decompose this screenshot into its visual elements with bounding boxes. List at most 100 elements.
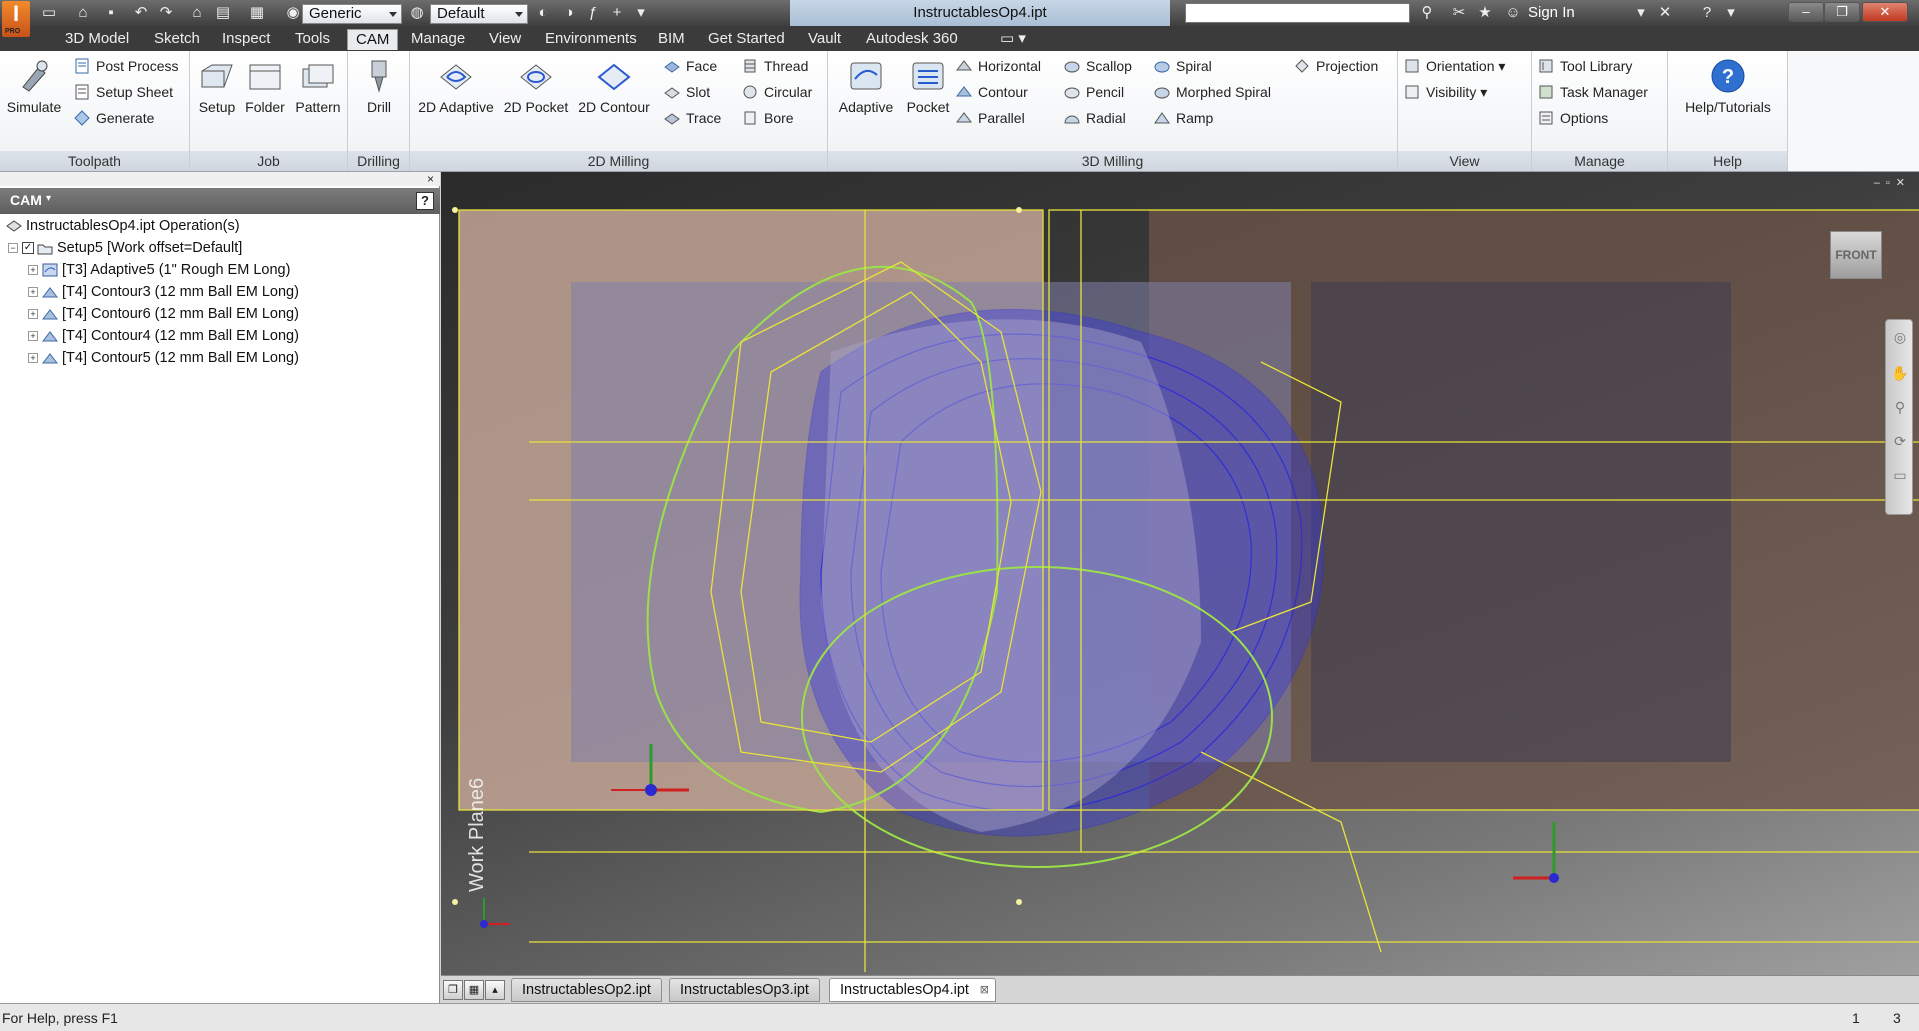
browser-title[interactable]: CAM: [10, 192, 42, 208]
browser-grip[interactable]: ×: [0, 172, 440, 186]
close-button[interactable]: ✕: [1862, 2, 1908, 22]
orbit-icon[interactable]: ⟳: [1891, 432, 1909, 450]
steering-wheel-icon[interactable]: ◎: [1891, 328, 1909, 346]
expand-icon[interactable]: +: [28, 309, 38, 320]
browser-help-icon[interactable]: ?: [416, 192, 434, 210]
tab-get-started[interactable]: Get Started: [700, 29, 793, 50]
open-file-icon[interactable]: ⌂: [72, 3, 94, 23]
tree-operation[interactable]: + [T4] Contour3 (12 mm Ball EM Long): [28, 281, 299, 303]
customize-icon[interactable]: ▾: [630, 3, 652, 23]
orientation-dropdown[interactable]: Orientation ▾: [1402, 55, 1505, 77]
tile-windows-icon[interactable]: ▦: [464, 980, 484, 1000]
expand-icon[interactable]: +: [28, 265, 38, 276]
toolpath-panel-title[interactable]: Toolpath: [0, 151, 189, 171]
setup-checkbox[interactable]: ✓: [22, 242, 34, 255]
undo-icon[interactable]: ↶: [130, 3, 152, 23]
tab-autodesk-360[interactable]: Autodesk 360: [858, 29, 966, 50]
2d-pocket-button[interactable]: 2D Pocket: [500, 57, 572, 115]
help-tutorials-button[interactable]: ? Help/Tutorials: [1676, 57, 1780, 115]
collapse-icon[interactable]: −: [8, 243, 18, 254]
material-dropdown[interactable]: Generic: [302, 4, 402, 24]
slot-button[interactable]: Slot: [662, 81, 710, 103]
grip-point[interactable]: [452, 207, 458, 213]
print-icon[interactable]: ▤: [212, 3, 234, 23]
expand-icon[interactable]: +: [28, 287, 38, 298]
document-tab-active[interactable]: InstructablesOp4.ipt ⊠: [829, 978, 996, 1002]
tab-tools[interactable]: Tools: [287, 29, 338, 50]
post-process-button[interactable]: Post Process: [72, 55, 178, 77]
bore-button[interactable]: Bore: [740, 107, 794, 129]
ramp-button[interactable]: Ramp: [1152, 107, 1213, 129]
pattern-button[interactable]: Pattern: [290, 57, 346, 115]
grip-point[interactable]: [452, 899, 458, 905]
options-button[interactable]: Options: [1536, 107, 1608, 129]
close-tab-icon[interactable]: ⊠: [980, 979, 989, 1001]
cascade-windows-icon[interactable]: ❐: [443, 980, 463, 1000]
circular-button[interactable]: Circular: [740, 81, 812, 103]
tree-root[interactable]: InstructablesOp4.ipt Operation(s): [6, 215, 240, 237]
browser-dropdown-icon[interactable]: ▾: [46, 193, 51, 204]
spiral-button[interactable]: Spiral: [1152, 55, 1212, 77]
trace-button[interactable]: Trace: [662, 107, 721, 129]
grip-point[interactable]: [1016, 899, 1022, 905]
horizontal-button[interactable]: Horizontal: [954, 55, 1041, 77]
viewport-window-controls[interactable]: –▫✕: [1874, 176, 1911, 189]
minimize-button[interactable]: –: [1788, 2, 1824, 22]
exchange-apps-icon[interactable]: ✕: [1654, 3, 1676, 23]
adaptive-3d-button[interactable]: Adaptive: [832, 57, 900, 115]
radial-button[interactable]: Radial: [1062, 107, 1126, 129]
document-tab[interactable]: InstructablesOp2.ipt: [511, 978, 662, 1002]
redo-icon[interactable]: ↷: [155, 3, 177, 23]
clear-appearance-icon[interactable]: ◑: [558, 3, 580, 23]
add-icon[interactable]: +: [606, 3, 628, 23]
ribbon-display-toggle[interactable]: ▭ ▾: [992, 29, 1034, 50]
tree-operation[interactable]: + [T4] Contour6 (12 mm Ball EM Long): [28, 303, 299, 325]
appearance-dropdown[interactable]: Default: [430, 4, 528, 24]
generate-button[interactable]: Generate: [72, 107, 154, 129]
grip-point[interactable]: [1016, 207, 1022, 213]
expand-icon[interactable]: +: [28, 331, 38, 342]
new-file-icon[interactable]: ▭: [38, 3, 60, 23]
appearance-icon[interactable]: ◍: [406, 3, 428, 23]
sign-in-dropdown-icon[interactable]: ▾: [1630, 3, 1652, 23]
contour-3d-button[interactable]: Contour: [954, 81, 1028, 103]
look-at-icon[interactable]: ▭: [1891, 466, 1909, 484]
zoom-icon[interactable]: ⚲: [1891, 398, 1909, 416]
help-dropdown-icon[interactable]: ▾: [1720, 3, 1742, 23]
visibility-dropdown[interactable]: Visibility ▾: [1402, 81, 1487, 103]
tab-bim[interactable]: BIM: [650, 29, 693, 50]
parallel-button[interactable]: Parallel: [954, 107, 1025, 129]
folder-button[interactable]: Folder: [240, 57, 290, 115]
open-documents-menu-icon[interactable]: ▴: [485, 980, 505, 1000]
app-menu-button[interactable]: I PRO: [2, 1, 30, 37]
save-icon[interactable]: ▪: [100, 3, 122, 23]
tool-library-button[interactable]: Tool Library: [1536, 55, 1632, 77]
help-search-input[interactable]: [1185, 3, 1410, 23]
morphed-spiral-button[interactable]: Morphed Spiral: [1152, 81, 1271, 103]
graphics-viewport[interactable]: Work Plane6 FRONT –▫✕ ◎ ✋ ⚲ ⟳ ▭: [441, 172, 1919, 975]
select-icon[interactable]: ▦: [246, 3, 268, 23]
tab-inspect[interactable]: Inspect: [214, 29, 278, 50]
2d-contour-button[interactable]: 2D Contour: [574, 57, 654, 115]
parameters-icon[interactable]: ƒ: [582, 3, 604, 23]
task-manager-button[interactable]: Task Manager: [1536, 81, 1648, 103]
scallop-button[interactable]: Scallop: [1062, 55, 1132, 77]
browser-header[interactable]: CAM ▾ ?: [0, 188, 440, 214]
tab-vault[interactable]: Vault: [800, 29, 849, 50]
simulate-button[interactable]: Simulate: [4, 57, 64, 115]
2d-adaptive-button[interactable]: 2D Adaptive: [414, 57, 498, 115]
tab-view[interactable]: View: [481, 29, 529, 50]
tree-operation[interactable]: + [T4] Contour5 (12 mm Ball EM Long): [28, 347, 299, 369]
tab-manage[interactable]: Manage: [403, 29, 473, 50]
projection-button[interactable]: Projection: [1292, 55, 1378, 77]
face-button[interactable]: Face: [662, 55, 717, 77]
help-icon[interactable]: ?: [1696, 3, 1718, 23]
thread-button[interactable]: Thread: [740, 55, 808, 77]
tree-operation[interactable]: + [T3] Adaptive5 (1" Rough EM Long): [28, 259, 290, 281]
tab-3d-model[interactable]: 3D Model: [57, 29, 137, 50]
document-tab[interactable]: InstructablesOp3.ipt: [669, 978, 820, 1002]
maximize-button[interactable]: ❐: [1824, 2, 1860, 22]
adjust-icon[interactable]: ◐: [532, 3, 554, 23]
model-canvas[interactable]: [441, 172, 1919, 975]
favorites-star-icon[interactable]: ★: [1474, 3, 1496, 23]
